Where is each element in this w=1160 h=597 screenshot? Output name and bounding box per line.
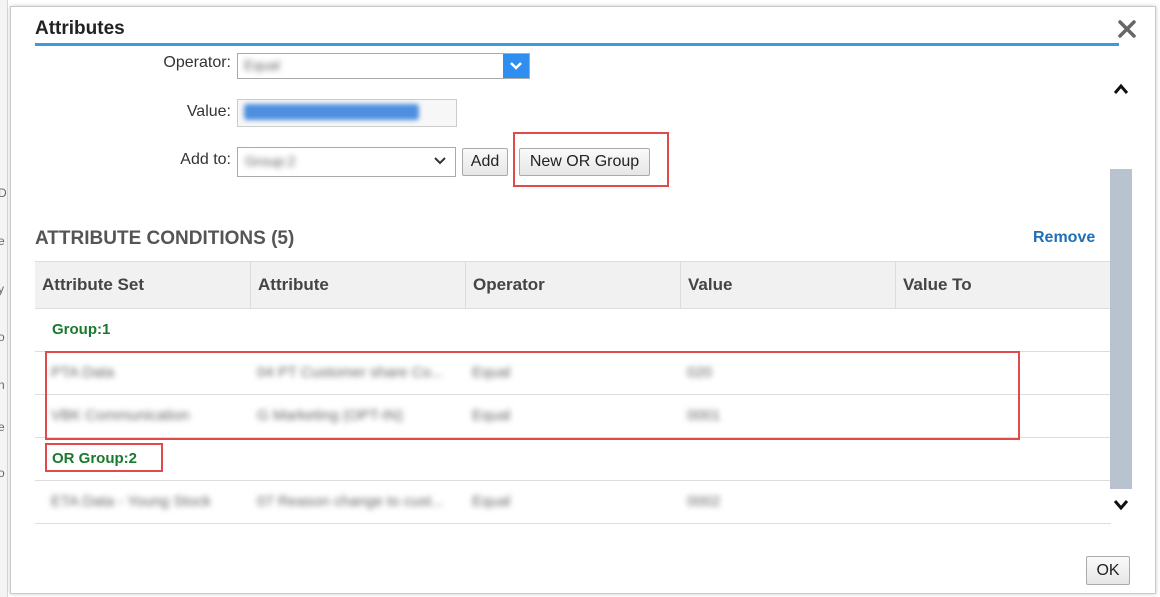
add-to-select[interactable]: Group:2: [237, 147, 456, 177]
column-header[interactable]: Attribute: [251, 262, 466, 308]
operator-label: Operator:: [163, 54, 231, 71]
cell-value: 0001: [687, 407, 721, 424]
column-header[interactable]: Attribute Set: [35, 262, 251, 308]
table-header: Attribute Set Attribute Operator Value V…: [35, 261, 1111, 309]
operator-select[interactable]: Equal: [237, 53, 530, 79]
chevron-down-icon: [433, 154, 447, 171]
cell-attribute-set: VBK Communication: [51, 407, 190, 424]
scroll-up-icon[interactable]: [1111, 81, 1131, 97]
add-button[interactable]: Add: [462, 148, 508, 176]
add-to-label: Add to:: [180, 151, 231, 168]
title-divider: [35, 43, 1119, 46]
scroll-down-icon[interactable]: [1111, 497, 1131, 513]
cell-operator: Equal: [472, 493, 511, 510]
attributes-dialog: Attributes Operator: Equal Value: Add to…: [10, 6, 1156, 594]
ok-button[interactable]: OK: [1086, 556, 1130, 585]
value-selected-token: [244, 104, 419, 120]
cell-attribute-set: PTA Data: [51, 364, 115, 381]
value-label: Value:: [186, 103, 231, 120]
remove-link[interactable]: Remove: [1033, 229, 1095, 247]
group-label: Group:1: [52, 321, 111, 338]
table-row[interactable]: PTA Data 04 PT Customer share Co... Equa…: [35, 352, 1111, 395]
cell-attribute-set: ETA Data - Young Stock: [51, 493, 211, 510]
background-page: D e y o n e o: [0, 0, 8, 597]
column-header[interactable]: Value: [681, 262, 896, 308]
table-row[interactable]: VBK Communication G Marketing (OPT-IN) E…: [35, 395, 1111, 438]
cell-attribute: 04 PT Customer share Co...: [257, 364, 444, 381]
table-row[interactable]: ETA Data - Young Stock 07 Reason change …: [35, 481, 1111, 524]
conditions-title: ATTRIBUTE CONDITIONS (5): [35, 228, 295, 249]
group-label: OR Group:2: [52, 450, 137, 467]
close-icon[interactable]: [1115, 17, 1139, 41]
add-to-value: Group:2: [245, 153, 296, 169]
conditions-table: Attribute Set Attribute Operator Value V…: [35, 261, 1111, 524]
cell-operator: Equal: [472, 407, 511, 424]
cell-value: 020: [687, 364, 713, 381]
scrollbar-thumb[interactable]: [1110, 169, 1132, 489]
value-select[interactable]: [237, 99, 457, 127]
new-or-group-button[interactable]: New OR Group: [519, 148, 650, 176]
chevron-down-icon[interactable]: [503, 54, 529, 78]
cell-operator: Equal: [472, 364, 511, 381]
group-row: OR Group:2: [35, 438, 1111, 481]
column-header[interactable]: Value To: [896, 262, 1111, 308]
operator-value: Equal: [244, 57, 280, 73]
column-header[interactable]: Operator: [466, 262, 681, 308]
dialog-title: Attributes: [35, 18, 125, 39]
cell-attribute: 07 Reason change to cust...: [257, 493, 444, 510]
cell-value: 0002: [687, 493, 721, 510]
group-row: Group:1: [35, 309, 1111, 352]
cell-attribute: G Marketing (OPT-IN): [257, 407, 403, 424]
dialog-scroll-area: Operator: Equal Value: Add to: Group:2 A…: [11, 51, 1131, 531]
